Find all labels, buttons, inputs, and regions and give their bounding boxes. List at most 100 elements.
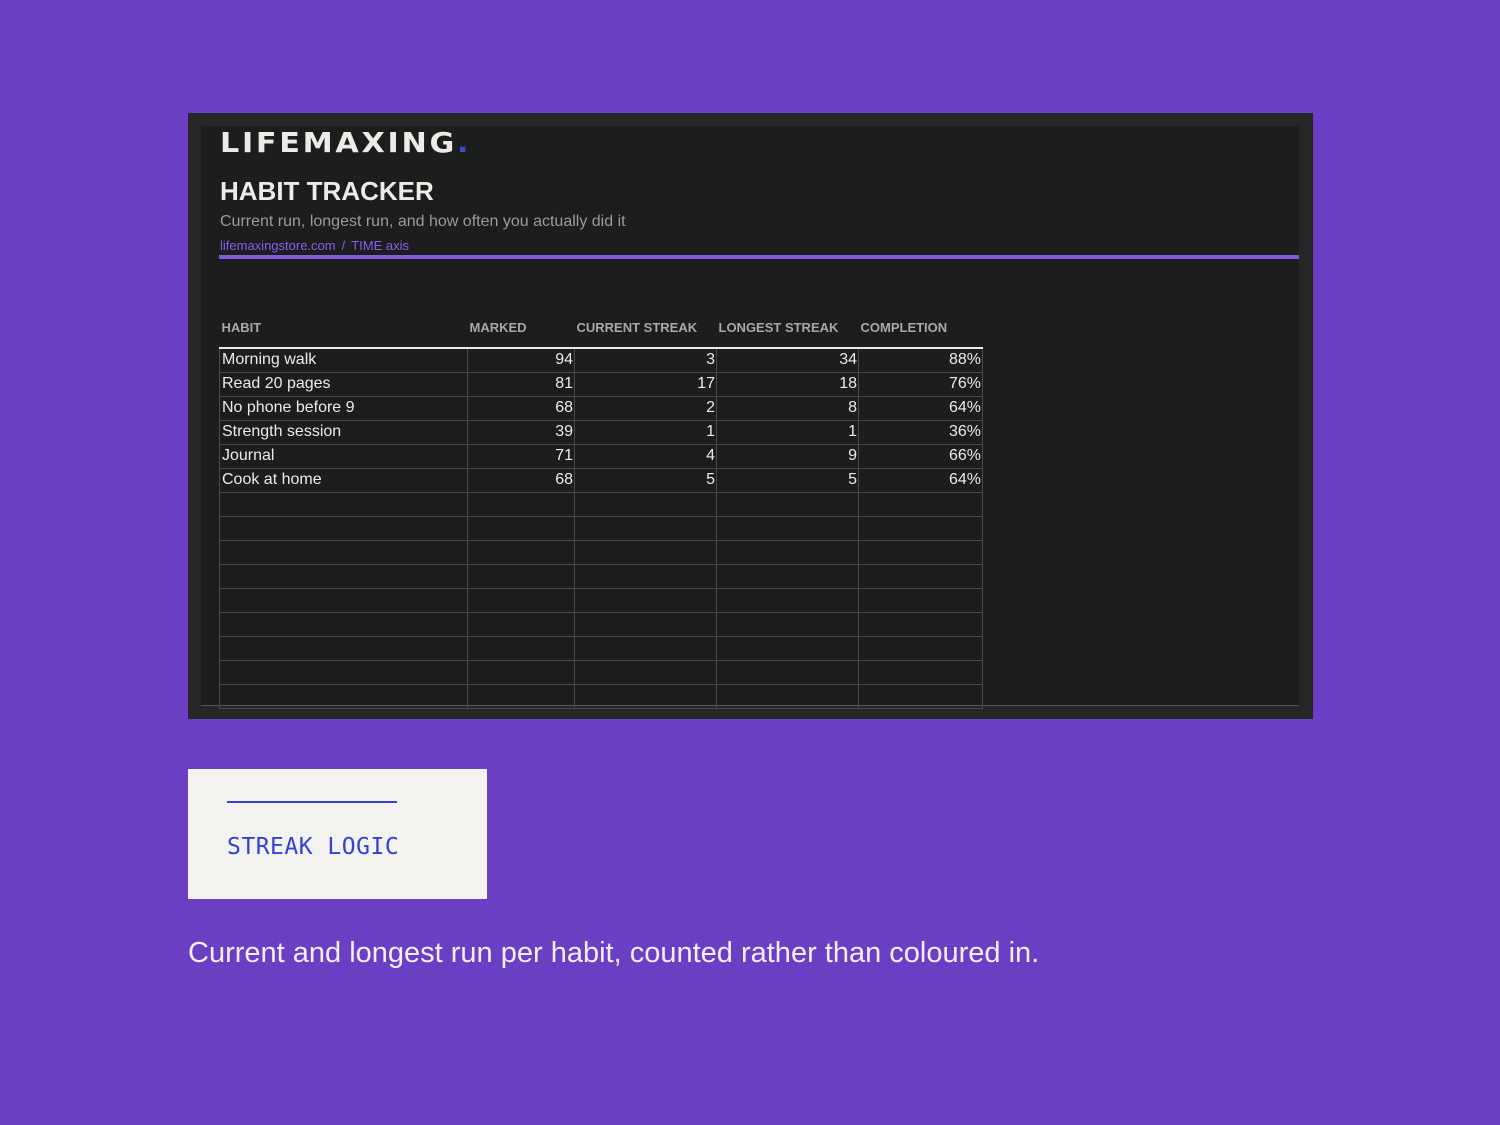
cell-longest-streak[interactable]: 34 bbox=[716, 348, 859, 373]
table-body: Morning walk 94 3 34 88% Read 20 pages 81 17 18 7… bbox=[219, 348, 983, 709]
empty-cell-marked[interactable] bbox=[467, 611, 575, 637]
empty-cell-longest-streak[interactable] bbox=[716, 635, 859, 661]
table-row: Cook at home 68 5 5 64% bbox=[219, 467, 983, 493]
empty-cell-current-streak[interactable] bbox=[574, 563, 717, 589]
cell-completion[interactable]: 66% bbox=[858, 443, 983, 469]
empty-cell-habit[interactable] bbox=[219, 563, 468, 589]
cell-current-streak[interactable]: 17 bbox=[574, 371, 717, 397]
empty-cell-completion[interactable] bbox=[858, 491, 983, 517]
source-site-link[interactable]: lifemaxingstore.com bbox=[220, 238, 336, 253]
brand-logo: LIFEMAXING. bbox=[220, 126, 471, 160]
cell-habit[interactable]: Read 20 pages bbox=[219, 371, 468, 397]
empty-cell-longest-streak[interactable] bbox=[716, 539, 859, 565]
cell-current-streak[interactable]: 4 bbox=[574, 443, 717, 469]
cell-marked[interactable]: 81 bbox=[467, 371, 575, 397]
cell-longest-streak[interactable]: 9 bbox=[716, 443, 859, 469]
empty-cell-habit[interactable] bbox=[219, 659, 468, 685]
column-header-longest-streak[interactable]: LONGEST STREAK bbox=[716, 306, 859, 349]
empty-cell-longest-streak[interactable] bbox=[716, 515, 859, 541]
empty-cell-marked[interactable] bbox=[467, 659, 575, 685]
cell-longest-streak[interactable]: 8 bbox=[716, 395, 859, 421]
empty-cell-habit[interactable] bbox=[219, 611, 468, 637]
empty-cell-marked[interactable] bbox=[467, 491, 575, 517]
cell-marked[interactable]: 39 bbox=[467, 419, 575, 445]
cell-completion[interactable]: 64% bbox=[858, 395, 983, 421]
cell-marked[interactable]: 94 bbox=[467, 348, 575, 373]
column-header-current-streak[interactable]: CURRENT STREAK bbox=[574, 306, 717, 349]
cell-marked[interactable]: 68 bbox=[467, 467, 575, 493]
column-header-habit[interactable]: HABIT bbox=[219, 306, 468, 349]
empty-cell-longest-streak[interactable] bbox=[716, 587, 859, 613]
column-header-marked[interactable]: MARKED bbox=[467, 306, 575, 349]
empty-cell-current-streak[interactable] bbox=[574, 683, 717, 709]
empty-cell-marked[interactable] bbox=[467, 563, 575, 589]
empty-cell-current-streak[interactable] bbox=[574, 659, 717, 685]
empty-cell-longest-streak[interactable] bbox=[716, 659, 859, 685]
empty-cell-current-streak[interactable] bbox=[574, 587, 717, 613]
cell-habit[interactable]: No phone before 9 bbox=[219, 395, 468, 421]
streak-logic-card: STREAK LOGIC bbox=[188, 769, 487, 899]
empty-table-row bbox=[219, 539, 983, 565]
source-separator: / bbox=[341, 238, 346, 253]
empty-cell-current-streak[interactable] bbox=[574, 539, 717, 565]
empty-cell-habit[interactable] bbox=[219, 587, 468, 613]
cell-current-streak[interactable]: 3 bbox=[574, 348, 717, 373]
cell-habit[interactable]: Morning walk bbox=[219, 348, 468, 373]
empty-cell-marked[interactable] bbox=[467, 587, 575, 613]
empty-cell-habit[interactable] bbox=[219, 683, 468, 709]
empty-table-row bbox=[219, 611, 983, 637]
cell-marked[interactable]: 71 bbox=[467, 443, 575, 469]
cell-habit[interactable]: Strength session bbox=[219, 419, 468, 445]
empty-table-row bbox=[219, 635, 983, 661]
empty-cell-habit[interactable] bbox=[219, 539, 468, 565]
cell-habit[interactable]: Cook at home bbox=[219, 467, 468, 493]
cell-current-streak[interactable]: 1 bbox=[574, 419, 717, 445]
cell-completion[interactable]: 76% bbox=[858, 371, 983, 397]
empty-cell-marked[interactable] bbox=[467, 683, 575, 709]
cell-completion[interactable]: 88% bbox=[858, 348, 983, 373]
empty-cell-current-streak[interactable] bbox=[574, 515, 717, 541]
empty-cell-longest-streak[interactable] bbox=[716, 611, 859, 637]
empty-cell-marked[interactable] bbox=[467, 635, 575, 661]
table-row: Read 20 pages 81 17 18 76% bbox=[219, 371, 983, 397]
empty-cell-completion[interactable] bbox=[858, 659, 983, 685]
empty-cell-habit[interactable] bbox=[219, 491, 468, 517]
empty-cell-habit[interactable] bbox=[219, 635, 468, 661]
empty-cell-longest-streak[interactable] bbox=[716, 563, 859, 589]
empty-cell-completion[interactable] bbox=[858, 563, 983, 589]
empty-cell-longest-streak[interactable] bbox=[716, 491, 859, 517]
streak-card-rule bbox=[227, 801, 397, 803]
column-header-completion[interactable]: COMPLETION bbox=[858, 306, 983, 349]
empty-cell-current-streak[interactable] bbox=[574, 635, 717, 661]
empty-cell-longest-streak[interactable] bbox=[716, 683, 859, 709]
empty-cell-completion[interactable] bbox=[858, 539, 983, 565]
empty-table-row bbox=[219, 491, 983, 517]
cell-current-streak[interactable]: 5 bbox=[574, 467, 717, 493]
source-axis-label: TIME axis bbox=[351, 238, 410, 253]
empty-cell-marked[interactable] bbox=[467, 539, 575, 565]
cell-longest-streak[interactable]: 5 bbox=[716, 467, 859, 493]
empty-cell-completion[interactable] bbox=[858, 611, 983, 637]
empty-cell-current-streak[interactable] bbox=[574, 491, 717, 517]
cell-longest-streak[interactable]: 18 bbox=[716, 371, 859, 397]
habit-table: HABIT MARKED CURRENT STREAK LONGEST STRE… bbox=[219, 306, 983, 709]
empty-cell-completion[interactable] bbox=[858, 683, 983, 709]
cell-completion[interactable]: 36% bbox=[858, 419, 983, 445]
cell-marked[interactable]: 68 bbox=[467, 395, 575, 421]
cell-longest-streak[interactable]: 1 bbox=[716, 419, 859, 445]
empty-cell-completion[interactable] bbox=[858, 587, 983, 613]
empty-cell-marked[interactable] bbox=[467, 515, 575, 541]
empty-cell-completion[interactable] bbox=[858, 635, 983, 661]
cell-current-streak[interactable]: 2 bbox=[574, 395, 717, 421]
source-line: lifemaxingstore.com / TIME axis bbox=[220, 238, 409, 254]
empty-table-row bbox=[219, 659, 983, 685]
table-row: Strength session 39 1 1 36% bbox=[219, 419, 983, 445]
caption: Current and longest run per habit, count… bbox=[188, 937, 1040, 969]
cell-completion[interactable]: 64% bbox=[858, 467, 983, 493]
empty-cell-habit[interactable] bbox=[219, 515, 468, 541]
table-row: No phone before 9 68 2 8 64% bbox=[219, 395, 983, 421]
spreadsheet-frame: LIFEMAXING. HABIT TRACKER Current run, l… bbox=[188, 113, 1313, 719]
empty-cell-completion[interactable] bbox=[858, 515, 983, 541]
empty-cell-current-streak[interactable] bbox=[574, 611, 717, 637]
cell-habit[interactable]: Journal bbox=[219, 443, 468, 469]
